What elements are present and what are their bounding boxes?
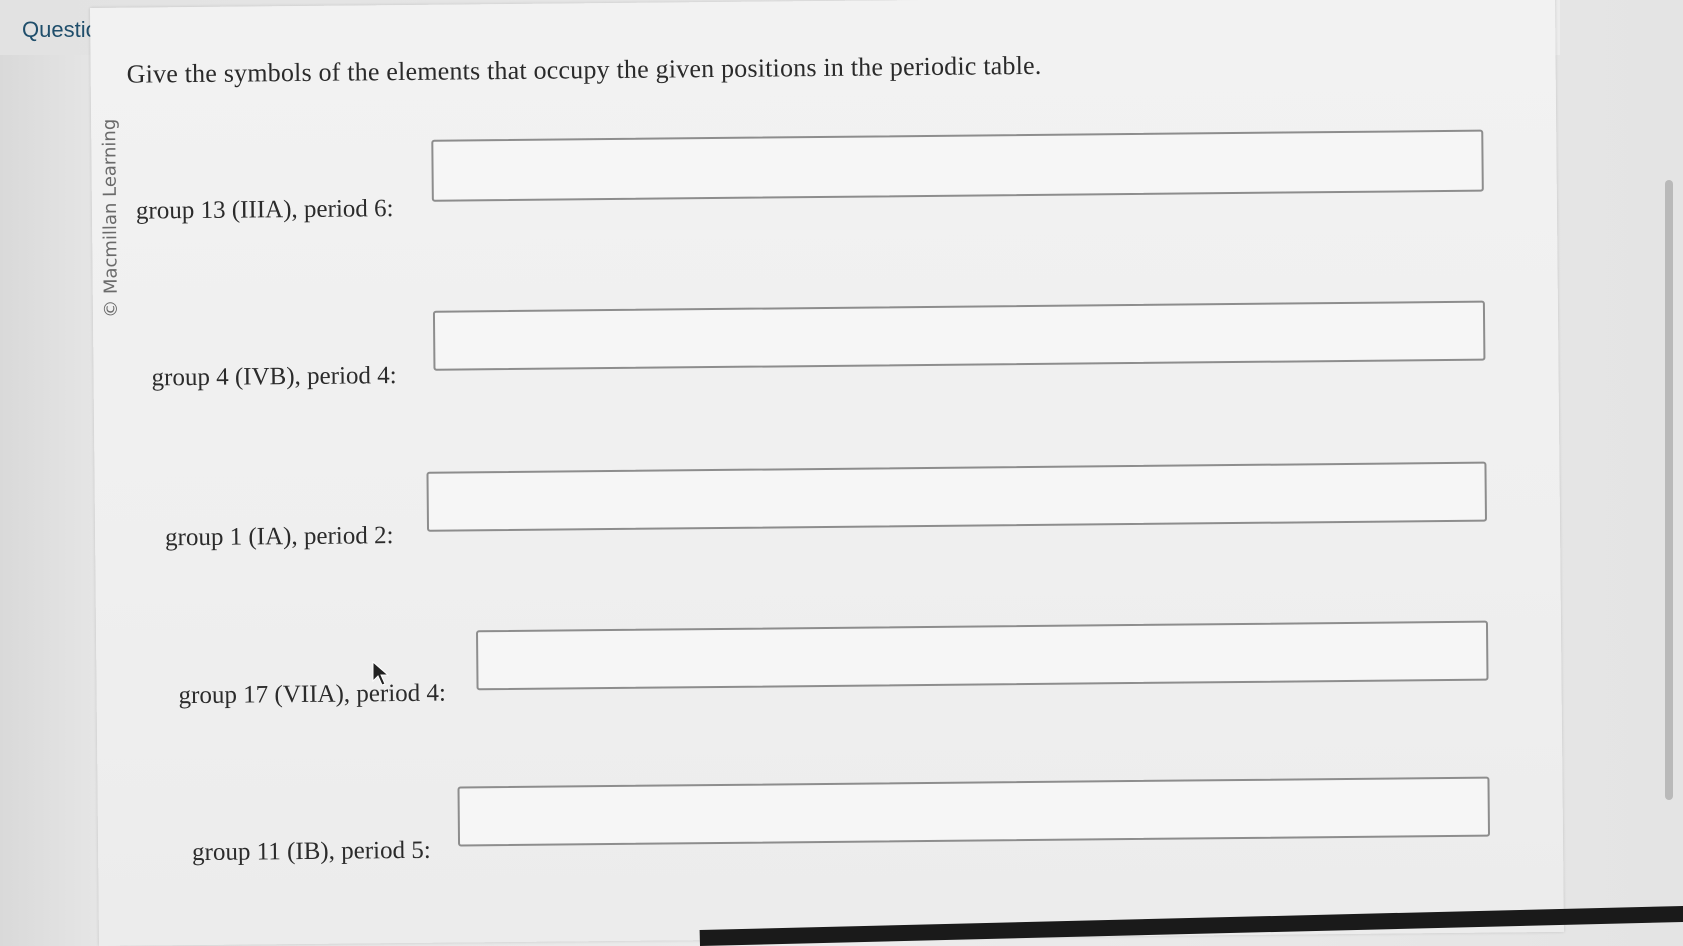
question-panel: Give the symbols of the elements that oc…	[90, 0, 1564, 946]
question-prompt: Give the symbols of the elements that oc…	[126, 50, 1042, 89]
answer-input[interactable]	[432, 300, 1486, 371]
answer-input[interactable]	[475, 620, 1489, 691]
scrollbar[interactable]	[1665, 180, 1673, 800]
mouse-pointer-icon	[372, 661, 390, 686]
copyright-watermark: © Macmillan Learning	[99, 118, 122, 318]
question-row: group 13 (IIIA), period 6:	[136, 195, 394, 225]
question-label: group 17 (VIIA), period 4:	[178, 679, 447, 710]
question-row: group 1 (IA), period 2:	[165, 522, 394, 552]
screen: Question 6 of 12 〉 Give the symbols of t…	[0, 0, 1683, 946]
question-label: group 1 (IA), period 2:	[164, 522, 394, 552]
question-row: group 4 (IVB), period 4:	[151, 362, 396, 392]
question-row: group 17 (VIIA), period 4:	[178, 680, 446, 711]
answer-input[interactable]	[431, 129, 1484, 202]
question-label: group 11 (IB), period 5:	[191, 836, 431, 867]
question-row: group 11 (IB), period 5:	[192, 837, 431, 867]
answer-input[interactable]	[426, 461, 1487, 532]
question-label: group 13 (IIIA), period 6:	[135, 195, 394, 225]
answer-input[interactable]	[457, 776, 1491, 847]
question-label: group 4 (IVB), period 4:	[151, 362, 397, 392]
